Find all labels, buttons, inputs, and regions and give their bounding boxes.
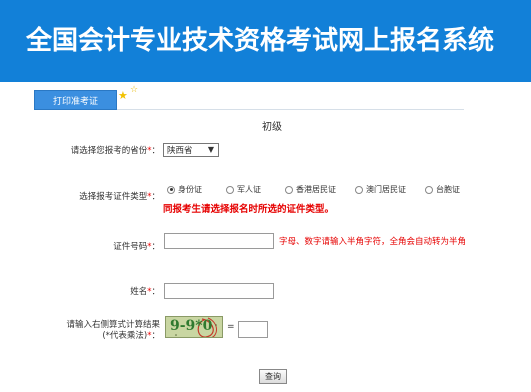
radio-button[interactable]	[355, 185, 363, 194]
captcha-expression: 9-9*0	[170, 318, 213, 334]
star-icon: ★ ☆	[118, 85, 139, 102]
radio-hong-kong-permit[interactable]: 香港居民证	[285, 184, 336, 195]
province-selected-value: 陕西省	[167, 146, 193, 156]
radio-button-checked[interactable]	[167, 185, 175, 194]
cert-type-warning: 同报考生请选择报名时所选的证件类型。	[163, 204, 335, 215]
header-banner: 全国会计专业技术资格考试网上报名系统	[0, 0, 531, 82]
radio-macau-permit[interactable]: 澳门居民证	[355, 184, 406, 195]
radio-taiwan-permit[interactable]: 台胞证	[425, 184, 460, 195]
id-number-hint: 字母、数字请输入半角字符，全角会自动转为半角	[279, 237, 467, 247]
captcha-answer-input[interactable]	[238, 321, 268, 338]
name-label: 姓名*：	[130, 287, 160, 297]
name-input[interactable]	[164, 283, 274, 299]
radio-button[interactable]	[425, 185, 433, 194]
radio-id-card[interactable]: 身份证	[167, 184, 202, 195]
radio-button[interactable]	[226, 185, 234, 194]
page-title: 全国会计专业技术资格考试网上报名系统	[26, 26, 495, 56]
cert-type-label: 选择报考证件类型*：	[79, 192, 160, 202]
province-select[interactable]: 陕西省 ▼	[163, 143, 219, 157]
captcha-label: 请输入右侧算式计算结果 (*代表乘法)*：	[66, 320, 160, 342]
tab-print-admission-ticket[interactable]: 打印准考证	[34, 90, 117, 110]
captcha-image[interactable]: 9-9*0	[165, 316, 223, 338]
province-label: 请选择您报考的省份*：	[70, 146, 160, 156]
radio-button[interactable]	[285, 185, 293, 194]
captcha-equals: =	[227, 322, 235, 332]
chevron-down-icon: ▼	[207, 145, 214, 154]
query-button[interactable]: 查询	[259, 369, 287, 384]
tab-strip: 打印准考证	[34, 90, 464, 110]
exam-level-heading: 初级	[262, 122, 282, 133]
id-number-label: 证件号码*：	[113, 242, 160, 252]
radio-military-card[interactable]: 军人证	[226, 184, 261, 195]
